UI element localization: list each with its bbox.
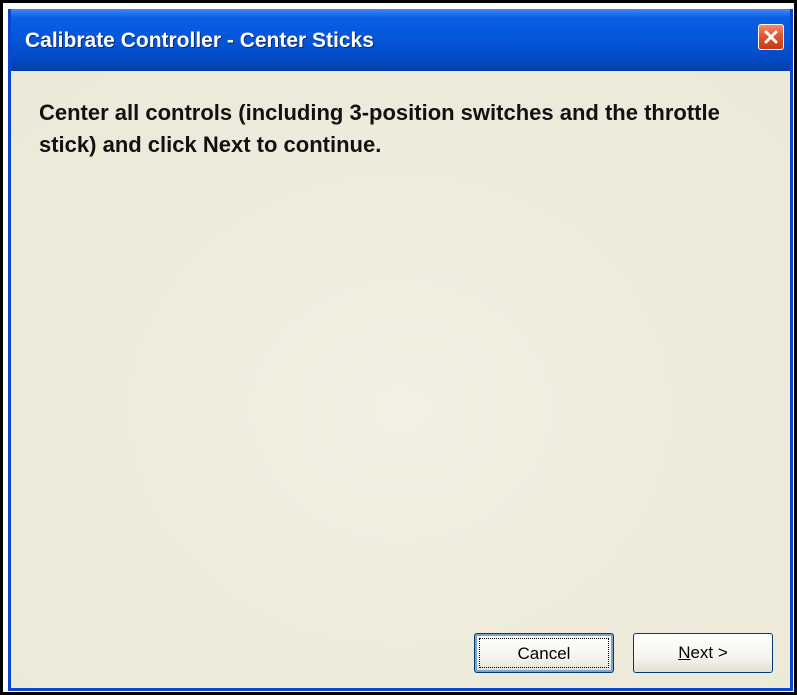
next-button[interactable]: Next > <box>633 633 773 673</box>
close-button[interactable] <box>758 24 784 50</box>
window-title: Calibrate Controller - Center Sticks <box>25 29 374 52</box>
next-button-label: Next > <box>678 643 728 662</box>
dialog-client-area: Center all controls (including 3-positio… <box>11 71 790 688</box>
instruction-text: Center all controls (including 3-positio… <box>39 100 720 157</box>
cancel-button-label: Cancel <box>479 638 609 668</box>
dialog-window: Calibrate Controller - Center Sticks Cen… <box>8 9 793 691</box>
screenshot-frame: Calibrate Controller - Center Sticks Cen… <box>0 0 797 695</box>
title-bar[interactable]: Calibrate Controller - Center Sticks <box>11 9 790 71</box>
cancel-button[interactable]: Cancel <box>474 633 614 673</box>
